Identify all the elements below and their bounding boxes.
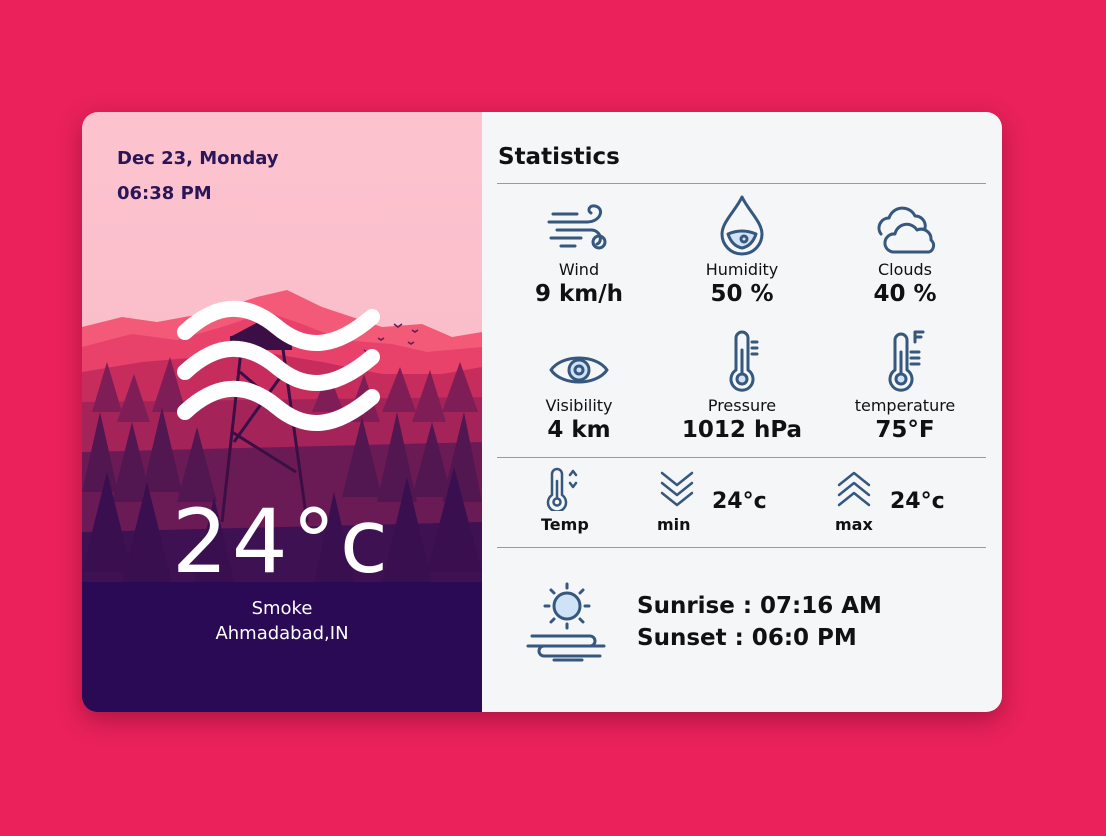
current-weather-panel: Dec 23, Monday 06:38 PM 24°c Smoke Ahmad… xyxy=(82,112,482,712)
stat-label: Humidity xyxy=(705,260,779,279)
stat-value: 50 % xyxy=(710,281,774,307)
sunset-time: Sunset : 06:0 PM xyxy=(637,625,857,651)
weather-card: Dec 23, Monday 06:38 PM 24°c Smoke Ahmad… xyxy=(82,112,1002,712)
temp-label: Temp xyxy=(541,515,589,534)
thermometer-fahrenheit-icon xyxy=(888,330,925,392)
location-name: Ahmadabad,IN xyxy=(215,623,349,644)
min-value: 24°c xyxy=(712,489,767,514)
stat-wind: Wind 9 km/h xyxy=(499,192,659,307)
stat-visibility: Visibility 4 km xyxy=(499,328,659,443)
stat-label: Clouds xyxy=(877,260,933,279)
stat-temperature-f: temperature 75°F xyxy=(825,328,985,443)
min-chevron-down-icon xyxy=(660,471,694,507)
statistics-title: Statistics xyxy=(498,144,620,170)
current-date: Dec 23, Monday xyxy=(117,148,279,169)
stat-label: Pressure xyxy=(707,396,777,415)
divider xyxy=(497,547,986,548)
temp-thermometer-icon xyxy=(546,467,578,511)
stat-label: Visibility xyxy=(545,396,613,415)
sunrise-sunset-icon xyxy=(526,582,606,662)
stat-label: temperature xyxy=(854,396,956,415)
wind-waves-icon xyxy=(177,300,380,431)
current-time: 06:38 PM xyxy=(117,183,212,204)
max-chevron-up-icon xyxy=(837,471,871,507)
eye-icon xyxy=(549,356,609,384)
weather-condition: Smoke xyxy=(251,598,313,619)
stat-value: 1012 hPa xyxy=(681,417,803,443)
clouds-icon xyxy=(877,206,936,254)
wind-icon xyxy=(547,204,607,250)
stat-pressure: Pressure 1012 hPa xyxy=(662,328,822,443)
sunrise-time: Sunrise : 07:16 AM xyxy=(637,593,882,619)
divider xyxy=(497,457,986,458)
current-temperature: 24°c xyxy=(171,490,393,593)
max-label: max xyxy=(835,515,873,534)
stat-value: 40 % xyxy=(873,281,937,307)
stat-value: 4 km xyxy=(547,417,611,443)
statistics-panel: Statistics Wind 9 km/h Humidity 50 % Clo… xyxy=(482,112,1002,712)
stat-value: 75°F xyxy=(875,417,935,443)
max-value: 24°c xyxy=(890,489,945,514)
stat-label: Wind xyxy=(558,260,600,279)
thermometer-icon xyxy=(729,330,759,392)
stat-value: 9 km/h xyxy=(534,281,624,307)
divider xyxy=(497,183,986,184)
stat-clouds: Clouds 40 % xyxy=(825,192,985,307)
min-label: min xyxy=(657,515,691,534)
stat-humidity: Humidity 50 % xyxy=(662,192,822,307)
humidity-drop-icon xyxy=(720,195,764,256)
